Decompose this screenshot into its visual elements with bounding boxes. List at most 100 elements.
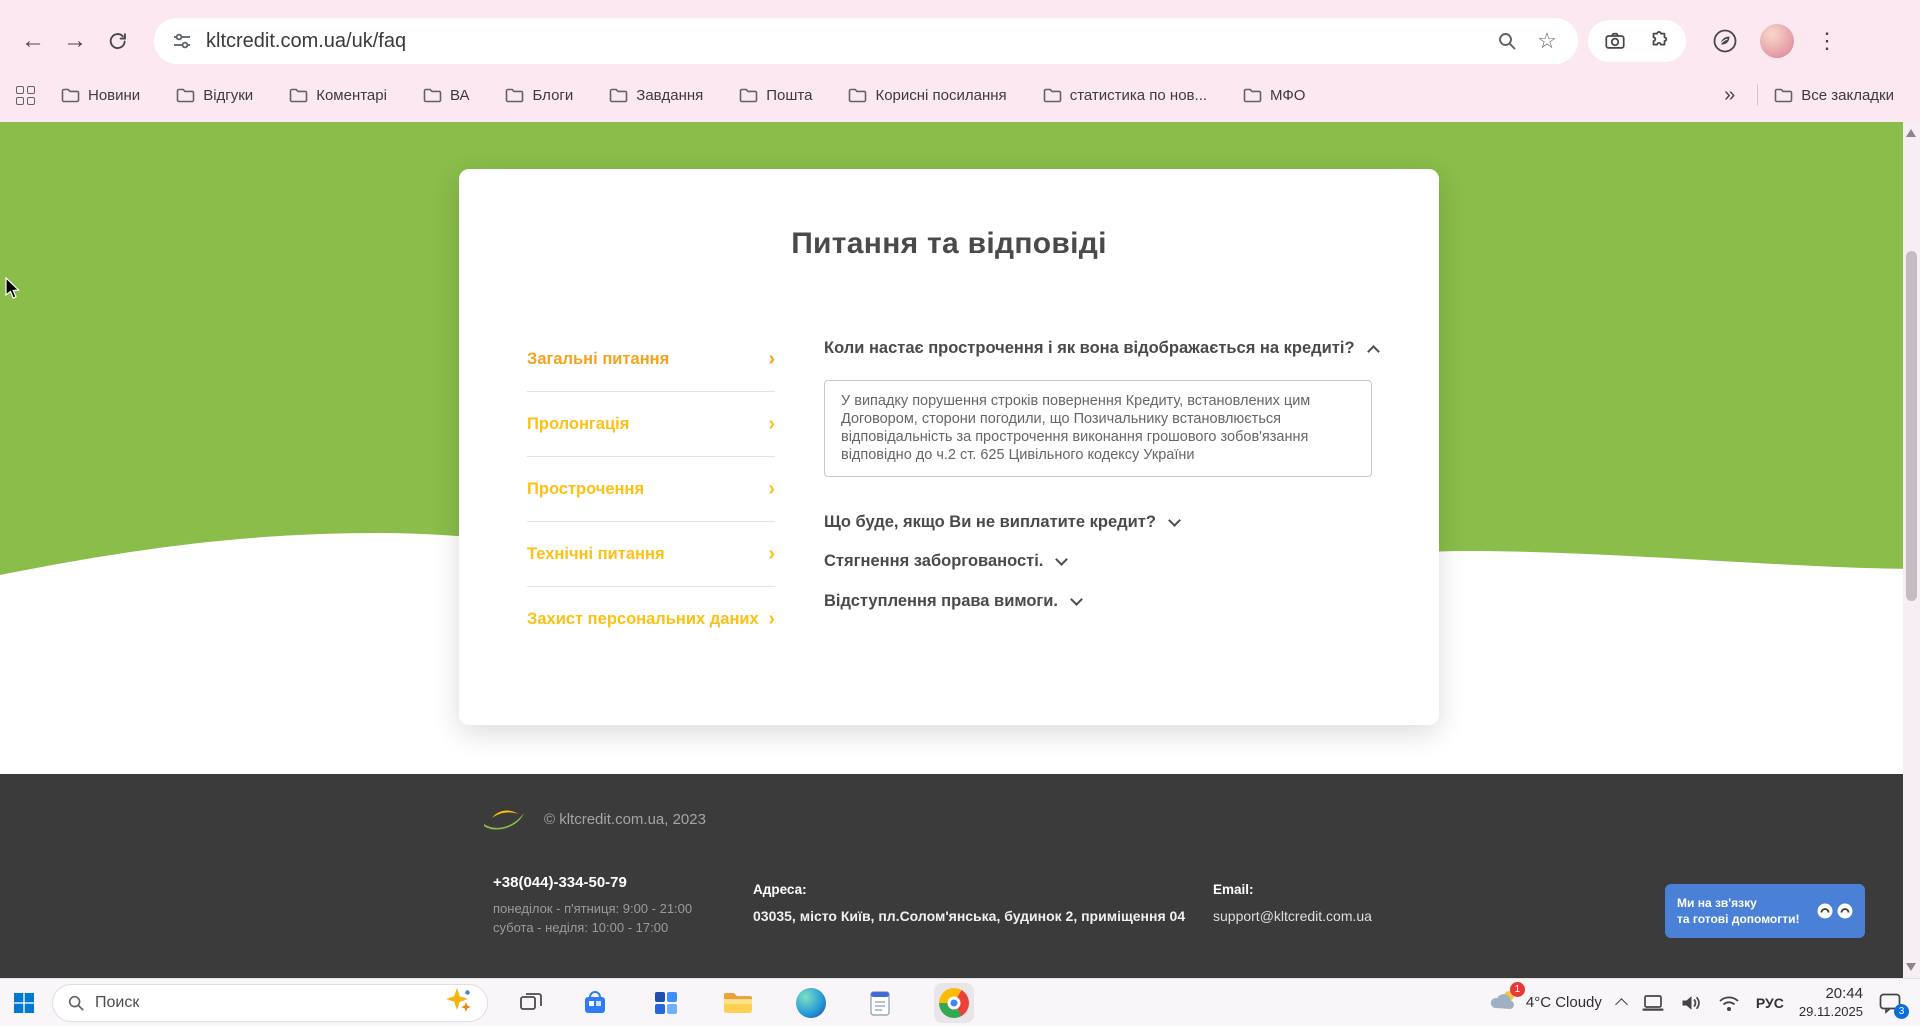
folder-icon	[849, 88, 867, 102]
bookmark-item-va[interactable]: ВА	[423, 86, 470, 104]
bookmarks-divider	[1757, 84, 1759, 106]
device-icon[interactable]	[1641, 993, 1665, 1013]
bookmark-item-zavdannia[interactable]: Завдання	[609, 87, 703, 104]
scrollbar-down-arrow[interactable]	[1906, 963, 1916, 971]
chat-line-2: та готові допомогти!	[1677, 912, 1800, 926]
start-button[interactable]	[12, 991, 36, 1015]
menu-item-technical[interactable]: Технічні питання ›	[527, 522, 775, 587]
address-label: Адреса:	[753, 882, 807, 897]
chat-line-1: Ми на зв'язку	[1677, 895, 1757, 910]
reload-button[interactable]	[96, 20, 138, 62]
network-icon[interactable]	[1717, 993, 1741, 1013]
camera-icon[interactable]	[1602, 28, 1628, 54]
taskbar-apps	[580, 982, 974, 1023]
faq-question-1[interactable]: Коли настає прострочення і як вона відоб…	[824, 339, 1380, 358]
bookmark-item-statystyka[interactable]: статистика по нов...	[1043, 87, 1207, 104]
scrollbar-thumb[interactable]	[1906, 251, 1917, 601]
all-bookmarks-label: Все закладки	[1801, 86, 1894, 104]
page-scrollbar[interactable]	[1903, 122, 1920, 978]
tune-icon[interactable]	[172, 31, 192, 51]
phone-number: +38(044)-334-50-79	[493, 874, 627, 891]
clock-widget[interactable]: 20:44 29.11.2025	[1799, 985, 1863, 1020]
edge-app-button[interactable]	[796, 987, 826, 1018]
language-indicator[interactable]: РУС	[1756, 995, 1784, 1011]
menu-item-overdue[interactable]: Прострочення ›	[527, 457, 775, 522]
notification-badge: 3	[1894, 1003, 1909, 1019]
menu-item-label: Пролонгація	[527, 414, 630, 433]
windows-taskbar: Поиск 1 4°C Cloudy РУС 20:44 29.11.2025 …	[0, 978, 1920, 1026]
chevron-down-icon	[1168, 513, 1181, 527]
menu-item-label: Загальні питання	[527, 349, 670, 368]
grid-app-button[interactable]	[652, 989, 680, 1017]
extensions-icon[interactable]	[1646, 28, 1672, 54]
search-highlights-icon[interactable]	[443, 986, 473, 1019]
faq-question-3[interactable]: Стягнення заборгованості.	[824, 552, 1380, 571]
browser-menu-button[interactable]: ⋮	[1812, 28, 1842, 54]
weather-text: 4°C Cloudy	[1525, 994, 1602, 1011]
search-icon	[68, 995, 84, 1011]
chat-avatars-icon	[1817, 903, 1853, 919]
menu-item-prolongation[interactable]: Пролонгація ›	[527, 392, 775, 457]
bookmark-item-vidhuky[interactable]: Відгуки	[176, 87, 253, 104]
bookmark-item-korysni[interactable]: Корисні посилання	[848, 86, 1007, 104]
email-value[interactable]: support@kltcredit.com.ua	[1213, 908, 1372, 924]
bookmark-label: Коментарі	[316, 86, 387, 104]
footer-email-block: Email: support@kltcredit.com.ua	[1213, 882, 1372, 924]
url-bar[interactable]: kltcredit.com.ua/uk/faq ☆	[154, 18, 1578, 64]
bookmark-item-novyny[interactable]: Новини	[61, 87, 140, 104]
weather-widget[interactable]: 1 4°C Cloudy	[1488, 982, 1602, 1017]
chrome-app-button-active[interactable]	[934, 982, 974, 1023]
faq-category-menu: Загальні питання › Пролонгація › Простро…	[527, 327, 775, 652]
volume-icon[interactable]	[1680, 993, 1702, 1013]
bookmarks-bar: Новини Відгуки Коментарі ВА Блоги Завдан…	[0, 72, 1920, 118]
faq-question-4[interactable]: Відступлення права вимоги.	[824, 592, 1380, 611]
windows-logo-icon	[14, 992, 34, 1013]
bookmarks-overflow-button[interactable]: »	[1718, 84, 1741, 107]
task-view-button[interactable]	[518, 990, 544, 1016]
time-text: 20:44	[1825, 985, 1863, 1002]
hidden-icons-chevron[interactable]	[1615, 998, 1628, 1011]
folder-icon	[1774, 88, 1793, 102]
page-title: Питання та відповіді	[791, 227, 1107, 260]
menu-item-label: Прострочення	[527, 479, 645, 498]
grid-app-icon	[655, 991, 677, 1014]
folder-icon	[609, 88, 628, 102]
bookmark-label: ВА	[449, 86, 470, 104]
browser-toolbar: ← → kltcredit.com.ua/uk/faq ☆ ⋮	[0, 12, 1920, 70]
menu-item-general[interactable]: Загальні питання ›	[527, 327, 775, 392]
bookmark-item-mfo[interactable]: МФО	[1243, 87, 1305, 104]
faq-card: Питання та відповіді Загальні питання › …	[459, 169, 1439, 725]
bookmark-star-icon[interactable]: ☆	[1534, 28, 1560, 54]
bookmark-item-blohy[interactable]: Блоги	[505, 87, 573, 104]
apps-grid-icon[interactable]	[16, 85, 35, 105]
back-button[interactable]: ←	[12, 20, 54, 62]
zoom-icon[interactable]	[1494, 28, 1520, 54]
faq-question-text: Що буде, якщо Ви не виплатите кредит?	[824, 512, 1156, 531]
avatar[interactable]	[1760, 24, 1794, 58]
screen: ← → kltcredit.com.ua/uk/faq ☆ ⋮ Новини В…	[0, 0, 1920, 1026]
file-explorer-button[interactable]	[722, 989, 754, 1017]
store-app-button[interactable]	[580, 988, 610, 1018]
folder-icon	[423, 88, 442, 102]
chevron-up-icon	[1366, 344, 1380, 358]
all-bookmarks-button[interactable]: Все закладки	[1774, 87, 1894, 104]
chevron-down-icon	[1070, 592, 1083, 606]
bookmark-item-poshta[interactable]: Пошта	[739, 87, 812, 104]
scrollbar-up-arrow[interactable]	[1906, 129, 1916, 137]
faq-question-2[interactable]: Що буде, якщо Ви не виплатите кредит?	[824, 513, 1380, 532]
menu-item-personal-data[interactable]: Захист персональних даних ›	[527, 587, 775, 652]
notification-center-button[interactable]: 3	[1878, 992, 1909, 1019]
notepad-app-button[interactable]	[868, 989, 892, 1017]
bookmark-label: Корисні посилання	[875, 86, 1007, 104]
folder-icon	[176, 88, 195, 102]
chat-widget[interactable]: Ми на зв'язку та готові допомогти!	[1665, 884, 1865, 938]
url-text[interactable]: kltcredit.com.ua/uk/faq	[206, 30, 406, 53]
taskbar-search-input[interactable]: Поиск	[52, 983, 488, 1022]
forward-button[interactable]: →	[54, 20, 96, 62]
performance-icon[interactable]	[1712, 28, 1738, 54]
site-footer: © kltcredit.com.ua, 2023 +38(044)-334-50…	[0, 774, 1920, 978]
edge-icon	[796, 987, 826, 1018]
bookmark-item-komentari[interactable]: Коментарі	[289, 87, 387, 104]
footer-copyright-row: © kltcredit.com.ua, 2023	[478, 804, 706, 834]
bookmark-label: Відгуки	[203, 86, 254, 104]
